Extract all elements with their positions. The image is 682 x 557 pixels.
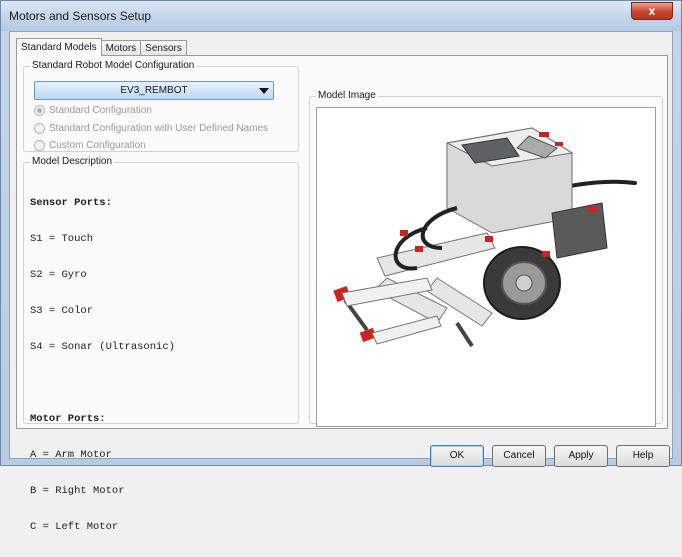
radio-label: Standard Configuration [49,105,152,116]
radio-user-defined-names[interactable]: Standard Configuration with User Defined… [34,123,268,134]
image-group-legend: Model Image [316,90,378,101]
dialog-window: Motors and Sensors Setup x Standard Mode… [0,0,682,533]
help-button[interactable]: Help [616,445,670,467]
robot-illustration [333,127,637,348]
sensor-port-line: S4 = Sonar (Ultrasonic) [30,341,175,353]
description-group-legend: Model Description [30,156,115,167]
ok-button[interactable]: OK [430,445,484,467]
tab-sensors[interactable]: Sensors [140,40,187,56]
sensor-port-line: S3 = Color [30,305,94,317]
title-bar[interactable]: Motors and Sensors Setup x [1,1,681,31]
apply-button[interactable]: Apply [554,445,608,467]
tab-standard-models[interactable]: Standard Models [16,38,102,56]
sensor-port-line: S1 = Touch [30,233,94,245]
radio-checked-icon [34,105,45,116]
radio-custom-configuration[interactable]: Custom Configuration [34,140,146,151]
model-image [316,107,656,427]
cancel-button[interactable]: Cancel [492,445,546,467]
sensor-port-line: S2 = Gyro [30,269,87,281]
tab-motors[interactable]: Motors [100,40,142,56]
motor-port-line: B = Right Motor [30,485,125,497]
radio-label: Standard Configuration with User Defined… [49,123,268,134]
tab-strip: Standard Models Motors Sensors [16,38,187,56]
dropdown-arrow-icon [259,88,269,94]
model-description-text: Sensor Ports: S1 = Touch S2 = Gyro S3 = … [30,173,175,557]
description-group: Model Description Sensor Ports: S1 = Tou… [23,156,299,533]
radio-unchecked-icon [34,140,45,151]
close-button[interactable]: x [631,2,673,20]
sensor-ports-header: Sensor Ports: [30,197,112,209]
radio-unchecked-icon [34,123,45,134]
image-group: Model Image [309,90,663,427]
close-icon: x [648,4,656,18]
robot-model-value: EV3_REMBOT [120,85,188,96]
dialog-client-area: Standard Models Motors Sensors Standard … [9,31,673,533]
robot-model-select[interactable]: EV3_REMBOT [34,81,274,100]
config-group-legend: Standard Robot Model Configuration [30,60,197,71]
radio-standard-configuration[interactable]: Standard Configuration [34,105,152,116]
config-group: Standard Robot Model Configuration EV3_R… [23,60,299,152]
standard-models-panel: Standard Robot Model Configuration EV3_R… [16,55,668,533]
motor-port-line: C = Left Motor [30,521,119,533]
window-title: Motors and Sensors Setup [9,9,152,23]
motor-port-line: A = Arm Motor [30,449,112,461]
radio-label: Custom Configuration [49,140,146,151]
motor-ports-header: Motor Ports: [30,413,106,425]
